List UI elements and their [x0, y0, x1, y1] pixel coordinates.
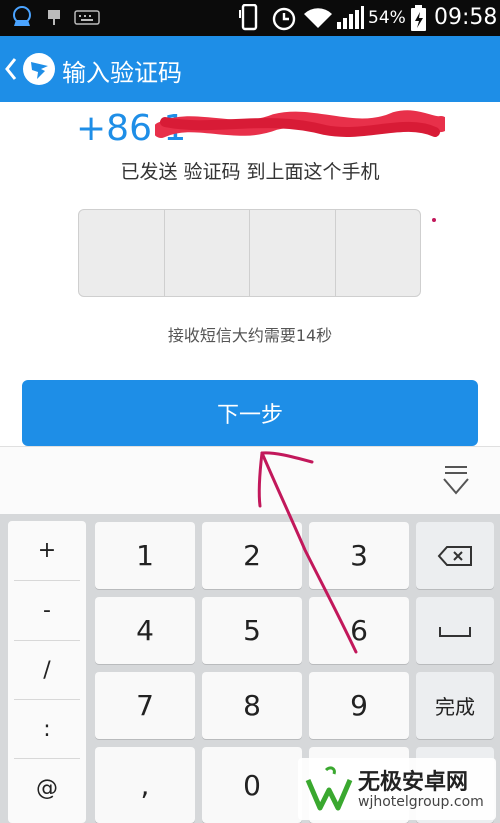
watermark-logo-icon	[305, 766, 353, 811]
watermark-url: wjhotelgroup.com	[358, 794, 484, 810]
watermark-title: 无极安卓网	[358, 770, 469, 795]
watermark: 无极安卓网 wjhotelgroup.com	[298, 758, 496, 820]
annotation-arrow	[257, 451, 358, 654]
